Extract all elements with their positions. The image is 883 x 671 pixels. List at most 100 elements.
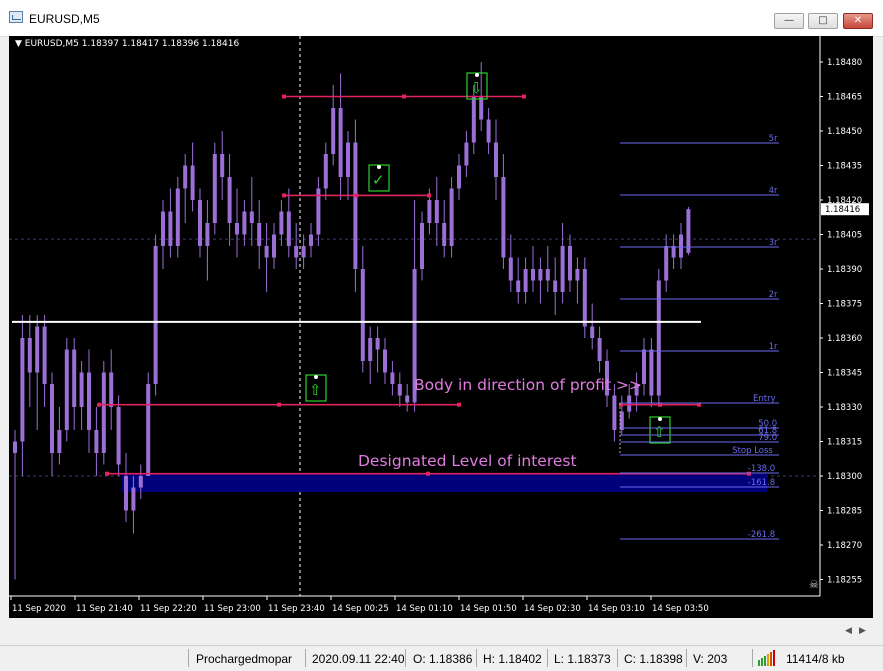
- status-low: L: 1.18373: [554, 652, 611, 666]
- terminal-window: EURUSD,M5 — □ ✕ 1.18480 1.18465 1.18450 1.1…: [0, 0, 883, 671]
- title-bar[interactable]: EURUSD,M5 — □ ✕: [0, 0, 883, 37]
- close-button[interactable]: ✕: [843, 13, 873, 29]
- price-chart[interactable]: 1.18480 1.18465 1.18450 1.18435 1.18420 1.184…: [9, 36, 873, 618]
- candle-body: [35, 326, 40, 373]
- red-line-handle: [426, 471, 430, 476]
- price-label: 1.18465: [827, 93, 862, 103]
- price-label: 1.18480: [827, 58, 862, 68]
- fib-level-label: 1r: [769, 342, 778, 352]
- candle-body: [227, 177, 232, 223]
- red-line-handle: [97, 402, 101, 407]
- candle-body: [249, 211, 254, 223]
- candle-body: [523, 269, 528, 292]
- price-label: 1.18300: [827, 472, 862, 482]
- candle-body: [50, 384, 54, 453]
- fib-level-label: Entry: [753, 394, 776, 404]
- time-label: 11 Sep 22:20: [140, 604, 197, 614]
- status-close: C: 1.18398: [624, 652, 683, 666]
- time-label: 14 Sep 01:10: [396, 604, 453, 614]
- window-title: EURUSD,M5: [29, 12, 100, 26]
- candle-body: [656, 280, 661, 396]
- price-label: 1.18405: [827, 231, 862, 241]
- fib-level-label: 4r: [769, 186, 778, 196]
- candle-body: [94, 430, 99, 453]
- red-line-handle: [282, 94, 286, 99]
- candle-body: [87, 372, 91, 430]
- candle-body: [486, 119, 491, 143]
- candle-body: [560, 246, 565, 292]
- maximize-button[interactable]: □: [808, 13, 838, 29]
- candle-body: [309, 234, 313, 246]
- fib-level-label: 3r: [769, 238, 778, 248]
- price-label: 1.18285: [827, 507, 862, 517]
- red-line-handle: [427, 193, 431, 198]
- scroll-left-icon[interactable]: ◀: [845, 626, 852, 636]
- status-separator: [405, 649, 406, 667]
- minimize-button[interactable]: —: [774, 13, 804, 29]
- candle-body: [664, 246, 669, 281]
- candle-body: [64, 349, 69, 430]
- candle-body: [464, 142, 469, 166]
- candle-body: [220, 154, 225, 177]
- price-label: 1.18435: [827, 162, 862, 172]
- candle-body: [501, 177, 506, 258]
- time-label: 14 Sep 02:30: [524, 604, 581, 614]
- candle-body: [627, 395, 632, 412]
- candle-body: [323, 154, 328, 189]
- status-separator: [305, 649, 306, 667]
- fib-level-label: -261.8: [748, 530, 775, 540]
- candle-body: [360, 269, 365, 361]
- candle-body: [257, 223, 262, 246]
- candle-body: [538, 269, 543, 281]
- status-separator: [547, 649, 548, 667]
- signal-glyph: ⇧: [309, 381, 322, 399]
- price-label: 1.18360: [827, 334, 862, 344]
- price-label: 1.18255: [827, 576, 862, 586]
- candle-body: [597, 338, 602, 361]
- price-label: 1.18375: [827, 300, 862, 310]
- level-of-interest-zone: [122, 473, 767, 493]
- time-label: 14 Sep 00:25: [332, 604, 389, 614]
- status-separator: [752, 649, 753, 667]
- red-line-handle: [522, 94, 526, 99]
- candle-body: [72, 349, 77, 407]
- status-separator: [188, 649, 189, 667]
- candle-body: [479, 96, 484, 120]
- candle-body: [346, 142, 350, 177]
- candle-body: [590, 326, 595, 338]
- candle-body: [612, 395, 617, 430]
- candle-body: [109, 372, 114, 407]
- candle-body: [375, 338, 380, 350]
- candle-body: [175, 188, 180, 246]
- signal-glyph: ⇩: [470, 79, 483, 97]
- candle-body: [531, 269, 535, 281]
- candle-body: [642, 349, 646, 384]
- fib-level-label: 2r: [769, 290, 778, 300]
- candle-body: [397, 384, 402, 396]
- fib-level-label: -161.8: [748, 478, 775, 488]
- candle-body: [671, 246, 676, 258]
- candle-body: [272, 234, 276, 258]
- candle-body: [442, 223, 447, 246]
- chart-canvas[interactable]: 1.184801.184651.184501.184351.184201.184…: [9, 36, 873, 618]
- status-separator: [617, 649, 618, 667]
- candle-body: [27, 338, 32, 373]
- candle-body: [494, 142, 498, 177]
- signal-glyph: ✓: [372, 171, 385, 189]
- candle-body: [508, 257, 513, 281]
- candle-body: [331, 108, 336, 154]
- candle-body: [146, 384, 151, 476]
- candle-body: [457, 165, 461, 189]
- fib-level-label: Stop Loss: [732, 446, 773, 456]
- candle-body: [161, 211, 165, 246]
- candle-body: [383, 349, 387, 373]
- candle-body: [190, 165, 195, 200]
- scroll-right-icon[interactable]: ▶: [859, 626, 866, 636]
- status-profile[interactable]: Prochargedmopar: [196, 652, 292, 666]
- signal-dot: [314, 375, 318, 379]
- candle-body: [205, 223, 210, 246]
- candle-body: [286, 211, 291, 246]
- signal-dot: [377, 165, 381, 169]
- signal-glyph: ⇧: [653, 423, 666, 441]
- chart-scrollbar[interactable]: ◀ ▶: [9, 624, 873, 641]
